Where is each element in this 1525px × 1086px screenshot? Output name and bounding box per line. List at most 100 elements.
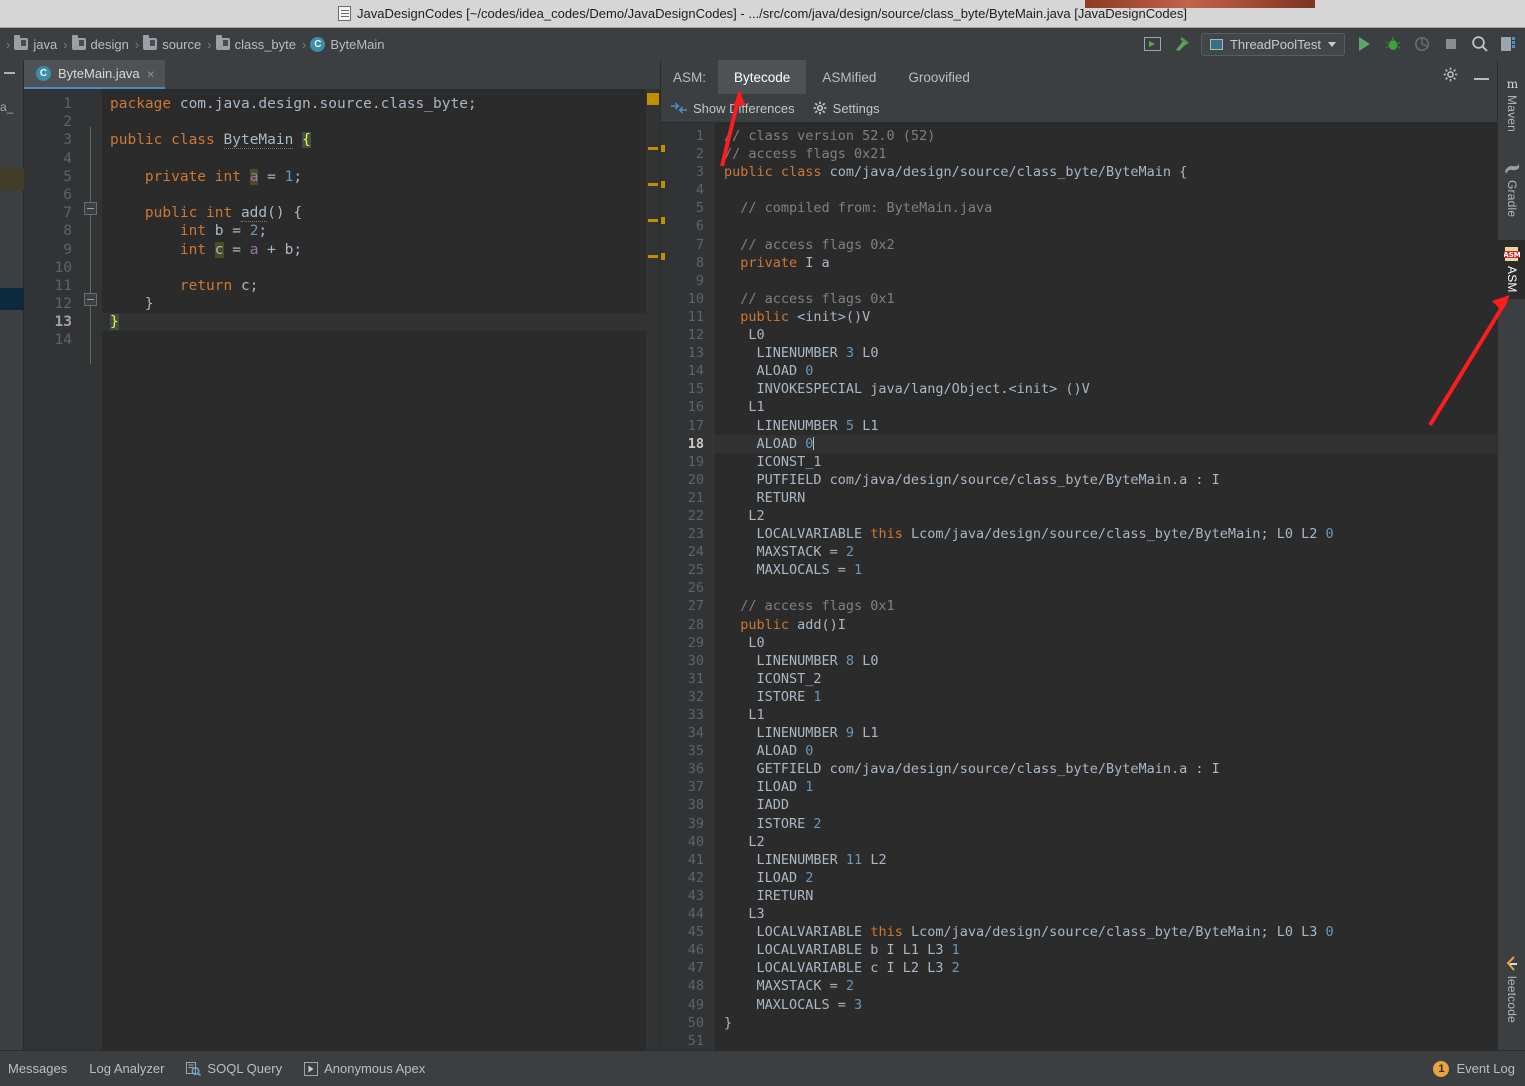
breadcrumb-item-design[interactable]: design [70,32,133,56]
code-line[interactable]: MAXLOCALS = 3 [714,996,1497,1014]
code-line[interactable]: L2 [714,507,1497,525]
editor-tab-bytemain[interactable]: C ByteMain.java × [24,60,165,89]
bottom-button-anonymous-apex[interactable]: Anonymous Apex [304,1061,425,1076]
close-icon[interactable]: × [147,67,155,81]
code-line[interactable]: private int a = 1; [102,168,646,186]
code-line[interactable]: public class ByteMain { [102,131,646,150]
search-everywhere-icon[interactable] [1470,34,1490,54]
code-line[interactable]: LINENUMBER 8 L0 [714,652,1497,670]
code-line[interactable]: ICONST_1 [714,453,1497,471]
code-line[interactable]: int b = 2; [102,222,646,240]
code-line[interactable]: GETFIELD com/java/design/source/class_by… [714,760,1497,778]
breadcrumb-item-class-byte[interactable]: class_byte [214,32,300,56]
code-line[interactable]: L3 [714,905,1497,923]
code-line[interactable]: RETURN [714,489,1497,507]
code-line[interactable]: ICONST_2 [714,670,1497,688]
code-line[interactable]: public <init>()V [714,308,1497,326]
code-line[interactable]: LINENUMBER 3 L0 [714,344,1497,362]
tool-button-leetcode[interactable]: leetcode [1498,950,1525,1029]
debug-icon[interactable] [1383,34,1403,54]
code-line[interactable]: MAXLOCALS = 1 [714,561,1497,579]
code-line[interactable]: ILOAD 1 [714,778,1497,796]
code-line[interactable]: L2 [714,833,1497,851]
code-line[interactable]: ISTORE 1 [714,688,1497,706]
gear-icon[interactable] [1443,67,1458,87]
breadcrumb-item-bytemain[interactable]: C ByteMain [308,32,388,56]
code-line[interactable] [102,331,646,349]
code-line[interactable]: LOCALVARIABLE this Lcom/java/design/sour… [714,923,1497,941]
code-line[interactable]: PUTFIELD com/java/design/source/class_by… [714,471,1497,489]
run-with-coverage-panel-icon[interactable] [1143,34,1163,54]
code-line[interactable]: private I a [714,254,1497,272]
code-line[interactable]: // access flags 0x21 [714,145,1497,163]
code-line[interactable] [714,272,1497,290]
code-line[interactable]: MAXSTACK = 2 [714,977,1497,995]
code-line[interactable]: public class com/java/design/source/clas… [714,163,1497,181]
event-log-button[interactable]: 1 Event Log [1433,1060,1515,1077]
code-line[interactable]: // access flags 0x1 [714,597,1497,615]
code-line[interactable]: // class version 52.0 (52) [714,127,1497,145]
breadcrumb-item-source[interactable]: source [141,32,205,56]
layout-icon[interactable] [1499,34,1519,54]
code-line[interactable]: int c = a + b; [102,241,646,259]
fold-marker-method[interactable] [84,202,97,215]
bottom-button-log-analyzer[interactable]: Log Analyzer [89,1061,164,1076]
code-line[interactable] [714,217,1497,235]
bottom-button-soql-query[interactable]: SOQL Query [186,1061,282,1076]
code-line[interactable] [102,150,646,168]
editor-code-text[interactable]: package com.java.design.source.class_byt… [102,89,646,1050]
editor-marker-bar[interactable] [646,89,660,1050]
code-line[interactable]: LINENUMBER 9 L1 [714,724,1497,742]
tab-groovified[interactable]: Groovified [892,60,986,94]
code-line[interactable]: INVOKESPECIAL java/lang/Object.<init> ()… [714,380,1497,398]
fold-marker-method-end[interactable] [84,293,97,306]
code-line[interactable]: } [102,295,646,313]
code-line[interactable]: } [714,1014,1497,1032]
code-line[interactable]: L1 [714,706,1497,724]
code-line[interactable]: ISTORE 2 [714,815,1497,833]
code-line[interactable] [102,186,646,204]
code-line[interactable]: } [102,313,646,332]
code-line[interactable]: L1 [714,398,1497,416]
asm-bytecode-text[interactable]: // class version 52.0 (52) // access flag… [713,123,1497,1050]
tool-button-asm[interactable]: ASM ASM [1498,240,1525,299]
code-line[interactable] [714,181,1497,199]
collapse-icon[interactable] [4,72,15,74]
breadcrumb-item-java[interactable]: java [12,32,61,56]
run-icon[interactable] [1354,34,1374,54]
code-line[interactable]: L0 [714,634,1497,652]
code-line[interactable]: L0 [714,326,1497,344]
code-line[interactable]: LINENUMBER 11 L2 [714,851,1497,869]
code-line[interactable]: LOCALVARIABLE this Lcom/java/design/sour… [714,525,1497,543]
show-differences-button[interactable]: Show Differences [671,101,795,116]
code-line[interactable]: ILOAD 2 [714,869,1497,887]
tab-asmified[interactable]: ASMified [806,60,892,94]
code-line[interactable]: // access flags 0x1 [714,290,1497,308]
code-line[interactable]: LINENUMBER 5 L1 [714,417,1497,435]
code-line[interactable]: // access flags 0x2 [714,236,1497,254]
code-line[interactable]: public add()I [714,616,1497,634]
bottom-button-messages[interactable]: Messages [8,1061,67,1076]
settings-button[interactable]: Settings [813,101,880,116]
code-line[interactable] [714,579,1497,597]
minimize-icon[interactable] [1474,68,1489,86]
code-line[interactable]: ALOAD 0 [714,362,1497,380]
code-line[interactable] [102,259,646,277]
tool-button-maven[interactable]: m Maven [1498,70,1525,138]
code-line[interactable]: return c; [102,277,646,295]
tool-button-gradle[interactable]: Gradle [1498,156,1525,223]
tab-bytecode[interactable]: Bytecode [718,60,807,94]
code-line[interactable]: ALOAD 0 [714,742,1497,760]
run-with-coverage-icon[interactable] [1412,34,1432,54]
code-line[interactable]: IADD [714,796,1497,814]
code-line[interactable]: IRETURN [714,887,1497,905]
code-line[interactable]: public int add() { [102,204,646,223]
code-line[interactable] [102,113,646,131]
code-line[interactable]: ALOAD 0 [714,434,1497,453]
build-hammer-icon[interactable] [1172,34,1192,54]
stop-icon[interactable] [1441,34,1461,54]
code-line[interactable]: LOCALVARIABLE b I L1 L3 1 [714,941,1497,959]
code-line[interactable]: package com.java.design.source.class_byt… [102,95,646,113]
code-line[interactable]: // compiled from: ByteMain.java [714,199,1497,217]
code-line[interactable] [714,1032,1497,1050]
